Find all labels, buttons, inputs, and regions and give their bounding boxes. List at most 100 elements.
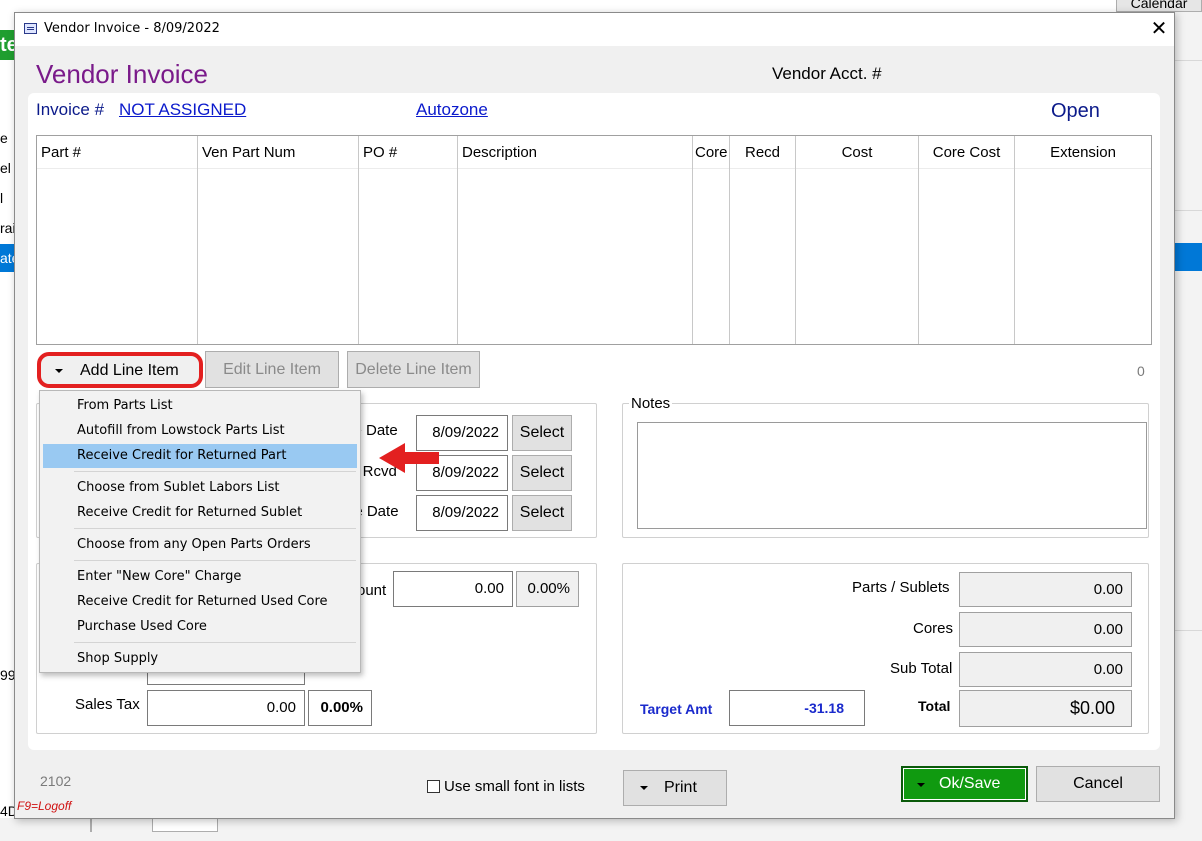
red-pointer-arrow-icon xyxy=(379,443,439,473)
column-core-cost: Core Cost xyxy=(919,136,1015,344)
small-font-label[interactable]: Use small font in lists xyxy=(444,778,585,795)
subtotal-label: Sub Total xyxy=(890,660,953,677)
menu-item-open-parts-orders[interactable]: Choose from any Open Parts Orders xyxy=(43,533,357,557)
menu-item-sublet-labors[interactable]: Choose from Sublet Labors List xyxy=(43,476,357,500)
logoff-hint: F9=Logoff xyxy=(17,799,72,813)
small-font-checkbox[interactable] xyxy=(427,780,440,793)
discount-amount-field[interactable]: 0.00 xyxy=(393,571,513,607)
page-title: Vendor Invoice xyxy=(36,59,209,89)
column-cost: Cost xyxy=(796,136,919,344)
background-list-item: e xyxy=(0,130,8,146)
column-header[interactable]: Recd xyxy=(730,144,795,161)
subtotal-value: 0.00 xyxy=(959,652,1132,687)
background-list-item: el xyxy=(0,160,11,176)
sales-tax-amount-field[interactable]: 0.00 xyxy=(147,690,305,726)
invoice-number-link[interactable]: NOT ASSIGNED xyxy=(119,100,246,120)
close-icon[interactable]: ✕ xyxy=(1146,16,1172,42)
column-header[interactable]: Core Cost xyxy=(919,144,1014,161)
column-header[interactable]: Core xyxy=(693,144,729,161)
dropdown-caret-icon xyxy=(917,783,925,787)
menu-item-from-parts-list[interactable]: From Parts List xyxy=(43,394,357,418)
target-amount-label: Target Amt xyxy=(640,701,713,717)
background-list-item: l xyxy=(0,190,4,206)
column-core: Core xyxy=(693,136,730,344)
add-line-item-button[interactable]: Add Line Item xyxy=(37,352,203,388)
background-list-item: rai xyxy=(0,220,14,236)
parts-sublets-label: Parts / Sublets xyxy=(852,579,950,596)
column-extension: Extension xyxy=(1015,136,1151,344)
background-calendar-button[interactable]: Calendar xyxy=(1116,0,1202,12)
column-received: Recd xyxy=(730,136,796,344)
invoice-number-label: Invoice # xyxy=(36,100,105,119)
invoice-status: Open xyxy=(1051,100,1100,122)
total-value: $0.00 xyxy=(959,690,1132,727)
background-divider xyxy=(1175,60,1202,61)
background-divider xyxy=(1175,630,1202,631)
column-part-number: Part # xyxy=(37,136,198,344)
notes-label: Notes xyxy=(629,395,673,412)
build-number: 2102 xyxy=(40,773,72,789)
cores-label: Cores xyxy=(913,620,954,637)
vendor-name-link[interactable]: Autozone xyxy=(416,100,488,120)
menu-item-receive-credit-used-core[interactable]: Receive Credit for Returned Used Core xyxy=(43,590,357,614)
line-items-grid[interactable]: Part # Ven Part Num PO # Description Cor… xyxy=(36,135,1152,345)
menu-item-shop-supply[interactable]: Shop Supply xyxy=(43,647,357,671)
total-label: Total xyxy=(918,698,951,714)
vendor-account-label: Vendor Acct. # xyxy=(772,64,882,83)
background-list-item: 99 xyxy=(0,667,14,683)
print-label: Print xyxy=(664,779,697,796)
menu-item-receive-credit-sublet[interactable]: Receive Credit for Returned Sublet xyxy=(43,501,357,525)
title-bar: Vendor Invoice - 8/09/2022 ✕ xyxy=(15,13,1174,46)
parts-sublets-value: 0.00 xyxy=(959,572,1132,607)
due-date-select-button[interactable]: Select xyxy=(512,495,572,531)
menu-item-receive-credit-part[interactable]: Receive Credit for Returned Part xyxy=(43,444,357,468)
sales-tax-percent-field[interactable]: 0.00% xyxy=(308,690,372,726)
discount-label: ount xyxy=(357,582,387,599)
background-list-item-selected: ate xyxy=(0,244,14,272)
background-selected-row xyxy=(1175,243,1202,271)
dropdown-caret-icon xyxy=(55,369,63,373)
background-divider xyxy=(1175,210,1202,211)
column-po-number: PO # xyxy=(359,136,458,344)
ok-save-button[interactable]: Ok/Save xyxy=(901,766,1028,802)
edit-line-item-button[interactable]: Edit Line Item xyxy=(205,351,339,388)
print-button[interactable]: Print xyxy=(623,770,727,806)
window-title: Vendor Invoice - 8/09/2022 xyxy=(44,21,220,36)
vendor-invoice-dialog: Vendor Invoice - 8/09/2022 ✕ Vendor Invo… xyxy=(14,12,1175,819)
cores-value: 0.00 xyxy=(959,612,1132,647)
ok-save-label: Ok/Save xyxy=(939,775,1001,792)
line-item-count: 0 xyxy=(1137,363,1145,379)
menu-separator xyxy=(74,471,356,472)
target-amount-field[interactable]: -31.18 xyxy=(729,690,865,726)
column-header[interactable]: Part # xyxy=(37,144,197,161)
background-right-panel xyxy=(1175,12,1202,841)
sales-tax-label: Sales Tax xyxy=(75,696,140,713)
column-header[interactable]: PO # xyxy=(359,144,457,161)
column-header[interactable]: Description xyxy=(458,144,692,161)
menu-item-autofill-lowstock[interactable]: Autofill from Lowstock Parts List xyxy=(43,419,357,443)
cancel-button[interactable]: Cancel xyxy=(1036,766,1160,802)
date-received-select-button[interactable]: Select xyxy=(512,455,572,491)
background-field xyxy=(152,818,218,832)
column-description: Description xyxy=(458,136,693,344)
menu-separator xyxy=(74,642,356,643)
dropdown-caret-icon xyxy=(640,786,648,790)
menu-item-purchase-used-core[interactable]: Purchase Used Core xyxy=(43,615,357,639)
add-line-item-menu: From Parts List Autofill from Lowstock P… xyxy=(39,390,361,673)
delete-line-item-button[interactable]: Delete Line Item xyxy=(347,351,480,388)
column-header[interactable]: Ven Part Num xyxy=(198,144,358,161)
window-icon xyxy=(24,23,37,34)
add-line-item-label: Add Line Item xyxy=(80,362,179,379)
background-list-item: 4D xyxy=(0,803,14,819)
background-green-button[interactable]: te xyxy=(0,30,14,60)
background-divider xyxy=(90,818,92,832)
column-header[interactable]: Extension xyxy=(1015,144,1151,161)
due-date-field[interactable]: 8/09/2022 xyxy=(416,495,508,531)
menu-separator xyxy=(74,528,356,529)
menu-item-new-core-charge[interactable]: Enter "New Core" Charge xyxy=(43,565,357,589)
invoice-date-select-button[interactable]: Select xyxy=(512,415,572,451)
column-header[interactable]: Cost xyxy=(796,144,918,161)
column-vendor-part-number: Ven Part Num xyxy=(198,136,359,344)
notes-textarea[interactable] xyxy=(637,422,1147,529)
discount-percent-field: 0.00% xyxy=(516,571,579,607)
